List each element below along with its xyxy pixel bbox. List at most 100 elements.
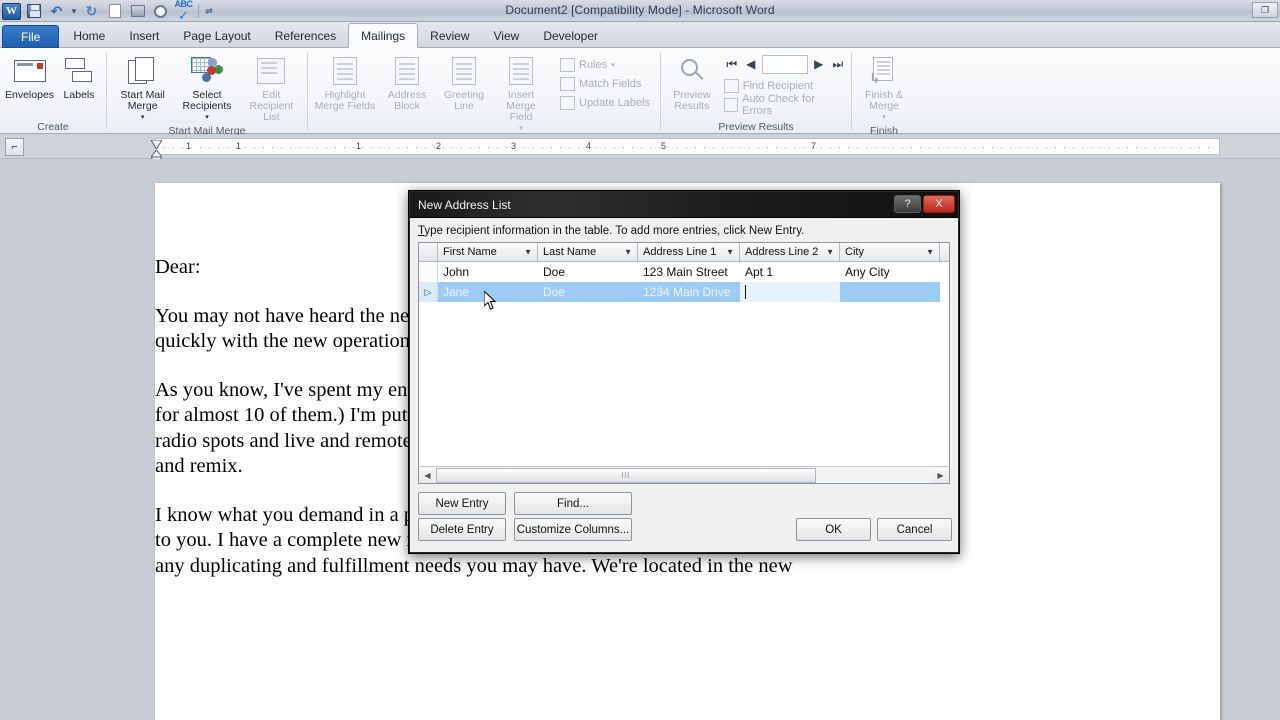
ruler-tick-dot — [776, 147, 777, 148]
record-navigation: ⏮ ◀ ▶ ⏭ — [720, 52, 847, 76]
cell-last-name[interactable]: Doe — [538, 282, 638, 302]
column-header-city[interactable]: City ▼ — [840, 243, 940, 261]
tab-developer[interactable]: Developer — [531, 24, 610, 48]
chevron-down-icon[interactable]: ▼ — [826, 248, 834, 257]
ruler-tick-dot — [497, 147, 498, 148]
select-recipients-button[interactable]: Select Recipients ▾ — [175, 52, 238, 125]
tab-mailings[interactable]: Mailings — [348, 23, 419, 48]
new-entry-button[interactable]: New Entry — [418, 492, 506, 515]
ruler-tick-dot — [1109, 147, 1110, 148]
cell-city[interactable]: Any City — [840, 262, 940, 282]
ruler-tick-dot — [317, 147, 318, 148]
ruler-tick-dot — [920, 147, 921, 148]
find-button[interactable]: Find... — [514, 492, 632, 515]
cancel-button[interactable]: Cancel — [877, 518, 952, 541]
left-indent-marker-icon[interactable] — [149, 147, 164, 161]
cell-address-line-2[interactable]: Apt 1 — [740, 262, 840, 282]
tab-review[interactable]: Review — [418, 24, 481, 48]
ruler-tick-dot — [704, 147, 705, 148]
cell-address-line-1[interactable]: 1234 Main Drive — [638, 282, 740, 302]
envelopes-button[interactable]: Envelopes — [4, 52, 55, 103]
mouse-cursor-icon — [483, 289, 498, 311]
labels-button[interactable]: Labels — [56, 52, 102, 103]
highlight-merge-fields-label: Highlight Merge Fields — [314, 89, 376, 112]
ruler-tick-label: 1 — [186, 141, 192, 151]
ruler-tick-dot — [407, 147, 408, 148]
recipient-table[interactable]: First Name ▼ Last Name ▼ Address Line 1 … — [418, 242, 950, 484]
ruler-tick-dot — [281, 147, 282, 148]
ok-button[interactable]: OK — [796, 518, 871, 541]
match-fields-button: Match Fields — [556, 74, 654, 93]
start-mail-merge-button[interactable]: Start Mail Merge ▾ — [111, 52, 174, 125]
tab-page-layout[interactable]: Page Layout — [171, 24, 262, 48]
table-header-row: First Name ▼ Last Name ▼ Address Line 1 … — [419, 243, 949, 262]
column-header-last-name[interactable]: Last Name ▼ — [538, 243, 638, 261]
first-record-button[interactable]: ⏮ — [724, 57, 740, 72]
chevron-down-icon[interactable]: ▼ — [926, 248, 934, 257]
scroll-right-icon[interactable]: ▶ — [932, 468, 949, 483]
chevron-down-icon[interactable]: ▼ — [726, 248, 734, 257]
delete-entry-button[interactable]: Delete Entry — [418, 518, 506, 541]
ruler-tick-dot — [272, 147, 273, 148]
ruler-tick-dot — [623, 147, 624, 148]
tab-stop-selector-icon[interactable]: ⌐ — [5, 138, 24, 156]
first-line-indent-marker-icon[interactable] — [150, 136, 163, 150]
ruler-tick-dot — [461, 147, 462, 148]
ruler-tick-dot — [749, 147, 750, 148]
table-horizontal-scrollbar[interactable]: ◀ llI ▶ — [419, 466, 949, 483]
start-mail-merge-icon — [127, 54, 158, 88]
ribbon-group-preview-results: Preview Results ⏮ ◀ ▶ ⏭ Find Recipient A… — [661, 48, 851, 134]
help-button[interactable]: ? — [894, 195, 921, 213]
tab-references[interactable]: References — [263, 24, 348, 48]
tab-insert[interactable]: Insert — [117, 24, 171, 48]
cell-city[interactable] — [840, 282, 940, 302]
ruler-tick-dot — [668, 147, 669, 148]
cell-address-line-1[interactable]: 123 Main Street — [638, 262, 740, 282]
row-marker[interactable] — [419, 262, 438, 282]
record-number-input[interactable] — [761, 54, 808, 74]
column-header-label: City — [845, 246, 864, 258]
restore-button[interactable]: ❐ — [1252, 2, 1278, 18]
cell-last-name[interactable]: Doe — [538, 262, 638, 282]
table-row[interactable]: ▷ Jane Doe 1234 Main Drive — [419, 282, 949, 302]
customize-columns-button[interactable]: Customize Columns... — [514, 518, 632, 541]
cell-first-name[interactable]: John — [438, 262, 538, 282]
column-header-address-line-2[interactable]: Address Line 2 ▼ — [740, 243, 840, 261]
select-recipients-icon — [190, 54, 223, 88]
scroll-left-icon[interactable]: ◀ — [419, 468, 436, 483]
tab-view[interactable]: View — [482, 24, 532, 48]
tab-home[interactable]: Home — [61, 24, 117, 48]
word-application-window: W ↶ ▾ ↻ ABC ✓ ⇌ Document2 [Compatibility … — [0, 0, 1280, 720]
row-marker[interactable]: ▷ — [419, 282, 438, 302]
ruler-tick-dot — [650, 147, 651, 148]
next-record-button[interactable]: ▶ — [811, 57, 827, 71]
greeting-line-label: Greeting Line — [443, 89, 485, 112]
scroll-track[interactable]: llI — [436, 467, 932, 483]
ruler-tick-dot — [182, 147, 183, 148]
chevron-down-icon[interactable]: ▼ — [624, 248, 632, 257]
auto-check-errors-icon — [723, 97, 739, 112]
ruler-tick-dot — [821, 147, 822, 148]
ruler-tick-dot — [857, 147, 858, 148]
ruler-tick-dot — [902, 147, 903, 148]
column-header-first-name[interactable]: First Name ▼ — [438, 243, 538, 261]
table-row[interactable]: John Doe 123 Main Street Apt 1 Any City — [419, 262, 949, 282]
scroll-thumb[interactable]: llI — [436, 467, 816, 483]
ruler-tick-dot — [695, 147, 696, 148]
column-header-address-line-1[interactable]: Address Line 1 ▼ — [638, 243, 740, 261]
edit-recipient-list-button: Edit Recipient List — [240, 52, 303, 125]
finish-merge-icon: ↳ — [869, 54, 899, 88]
find-recipient-icon — [723, 78, 739, 93]
dialog-title-bar[interactable]: New Address List ? X — [410, 192, 958, 218]
tab-file[interactable]: File — [2, 25, 60, 48]
horizontal-ruler[interactable]: 1 1 1 2 3 4 5 7 — [155, 138, 1220, 155]
close-icon[interactable]: X — [923, 195, 955, 213]
cell-address-line-2[interactable] — [740, 282, 840, 302]
ruler-tick-dot — [470, 147, 471, 148]
previous-record-button[interactable]: ◀ — [743, 57, 759, 71]
ruler-tick-dot — [794, 147, 795, 148]
last-record-button[interactable]: ⏭ — [830, 57, 846, 72]
ruler-tick-dot — [722, 147, 723, 148]
chevron-down-icon[interactable]: ▼ — [524, 248, 532, 257]
ruler-tick-dot — [533, 147, 534, 148]
